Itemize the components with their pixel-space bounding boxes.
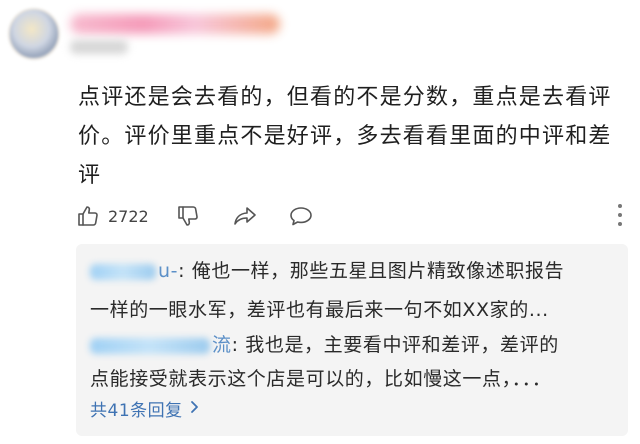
reply-item[interactable]: 流: 我也是，主要看中评和差评，差评的 xyxy=(90,328,559,362)
reply-username-blurred[interactable] xyxy=(90,337,210,354)
replies-box: u-: 俺也一样，那些五星且图片精致像述职报告 一样的一眼水军，差评也有最后来一… xyxy=(76,244,628,436)
user-meta-blurred xyxy=(70,40,128,54)
like-count: 2722 xyxy=(108,206,149,226)
username-blurred[interactable] xyxy=(70,14,280,34)
like-button[interactable]: 2722 xyxy=(76,204,176,228)
thumbs-down-icon xyxy=(176,204,200,228)
comment-line: 评 xyxy=(78,163,102,188)
comment-body: 点评还是会去看的，但看的不是分数，重点是去看评 价。评价里重点不是好评，多去看看… xyxy=(78,78,626,195)
reply-button[interactable] xyxy=(288,204,328,228)
reply-item[interactable]: u-: 俺也一样，那些五星且图片精致像述职报告 xyxy=(90,254,564,288)
reply-text: : 我也是，主要看中评和差评，差评的 xyxy=(231,334,559,356)
reply-text: : 俺也一样，那些五星且图片精致像述职报告 xyxy=(178,260,565,282)
view-all-replies-link[interactable]: 共41条回复 xyxy=(90,396,199,421)
thumbs-up-icon xyxy=(76,204,100,228)
reply-text-line: 一样的一眼水军，差评也有最后来一句不如XX家的... xyxy=(90,299,549,321)
speech-bubble-icon xyxy=(288,204,314,228)
dislike-button[interactable] xyxy=(176,204,232,228)
comment-card: 点评还是会去看的，但看的不是分数，重点是去看评 价。评价里重点不是好评，多去看看… xyxy=(0,0,640,444)
reply-username-suffix[interactable]: u- xyxy=(158,260,178,282)
view-all-replies-label: 共41条回复 xyxy=(90,401,183,421)
chevron-right-icon xyxy=(183,399,199,419)
comment-line: 价。评价里重点不是好评，多去看看里面的中评和差 xyxy=(78,124,612,149)
share-button[interactable] xyxy=(232,204,288,228)
reply-text-line: 点能接受就表示这个店是可以的，比如慢这一点，．．． xyxy=(90,368,552,390)
avatar[interactable] xyxy=(8,8,60,60)
share-arrow-icon xyxy=(232,204,258,228)
reply-username-suffix[interactable]: 流 xyxy=(212,334,232,356)
comment-line: 点评还是会去看的，但看的不是分数，重点是去看评 xyxy=(78,85,612,110)
more-options-icon[interactable] xyxy=(616,204,624,226)
action-bar: 2722 xyxy=(76,200,624,232)
reply-username-blurred[interactable] xyxy=(90,263,156,280)
